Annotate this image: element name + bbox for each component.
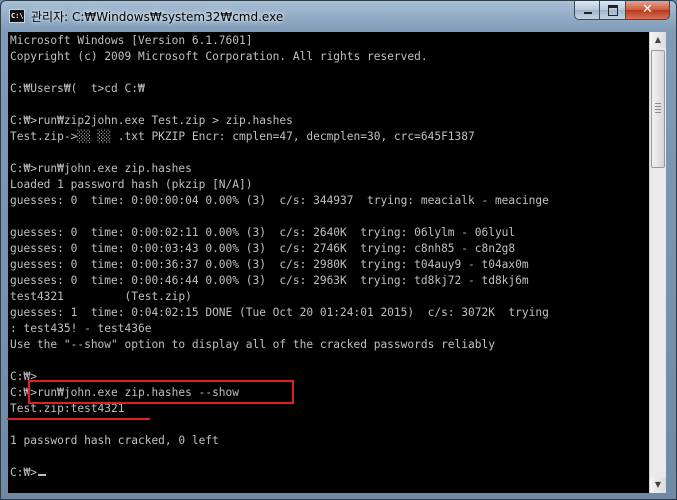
title-bar[interactable]: C:\ 관리자: C:₩Windows₩system32₩cmd.exe ✕	[1, 1, 676, 31]
window-title: 관리자: C:₩Windows₩system32₩cmd.exe	[31, 10, 284, 24]
console-output[interactable]: Microsoft Windows [Version 6.1.7601] Cop…	[8, 32, 649, 493]
grip-icon	[655, 103, 661, 113]
maximize-icon	[608, 5, 618, 16]
console-line: guesses: 0 time: 0:00:03:43 0.00% (3) c/…	[10, 242, 516, 255]
maximize-button[interactable]	[600, 1, 626, 20]
annotation-underline	[7, 418, 150, 420]
close-button[interactable]: ✕	[626, 1, 670, 20]
console-line: guesses: 0 time: 0:00:46:44 0.00% (3) c/…	[10, 274, 529, 287]
console-line: Use the "--show" option to display all o…	[10, 338, 495, 351]
prompt-line[interactable]: C:₩>	[10, 465, 46, 481]
minimize-icon	[584, 12, 592, 14]
scroll-up-arrow-icon[interactable]: ▲	[650, 32, 666, 48]
text-cursor	[37, 474, 46, 476]
annotation-highlight-box	[28, 380, 294, 404]
console-line: guesses: 1 time: 0:04:02:15 DONE (Tue Oc…	[10, 306, 549, 319]
console-line: 1 password hash cracked, 0 left	[10, 434, 219, 447]
console-line: Test.zip->░░ ░░ .txt PKZIP Encr: cmplen=…	[10, 130, 475, 143]
console-line: : test435! - test436e	[10, 322, 152, 335]
console-line: Copyright (c) 2009 Microsoft Corporation…	[10, 50, 428, 63]
console-line: C:₩>run₩john.exe zip.hashes	[10, 162, 192, 175]
scroll-thumb[interactable]	[651, 50, 665, 168]
prompt-text: C:₩>	[10, 466, 37, 479]
console-line: C:₩>run₩zip2john.exe Test.zip > zip.hash…	[10, 114, 293, 127]
console-line: guesses: 0 time: 0:00:02:11 0.00% (3) c/…	[10, 226, 516, 239]
console-line: guesses: 0 time: 0:00:00:04 0.00% (3) c/…	[10, 194, 549, 207]
minimize-button[interactable]	[574, 1, 600, 20]
console-line: test4321 (Test.zip)	[10, 290, 192, 303]
close-icon: ✕	[642, 2, 653, 17]
caption-buttons: ✕	[574, 1, 670, 21]
cmd-window: C:\ 관리자: C:₩Windows₩system32₩cmd.exe ✕ M…	[0, 0, 677, 500]
console-line: C:₩Users₩( t>cd C:₩	[10, 82, 145, 95]
console-icon[interactable]: C:\	[9, 9, 25, 23]
console-line: guesses: 0 time: 0:00:36:37 0.00% (3) c/…	[10, 258, 529, 271]
console-line: Microsoft Windows [Version 6.1.7601]	[10, 34, 253, 47]
console-line: Loaded 1 password hash (pkzip [N/A])	[10, 178, 253, 191]
vertical-scrollbar[interactable]: ▲ ▼	[649, 32, 666, 493]
scroll-down-arrow-icon[interactable]: ▼	[650, 477, 666, 493]
